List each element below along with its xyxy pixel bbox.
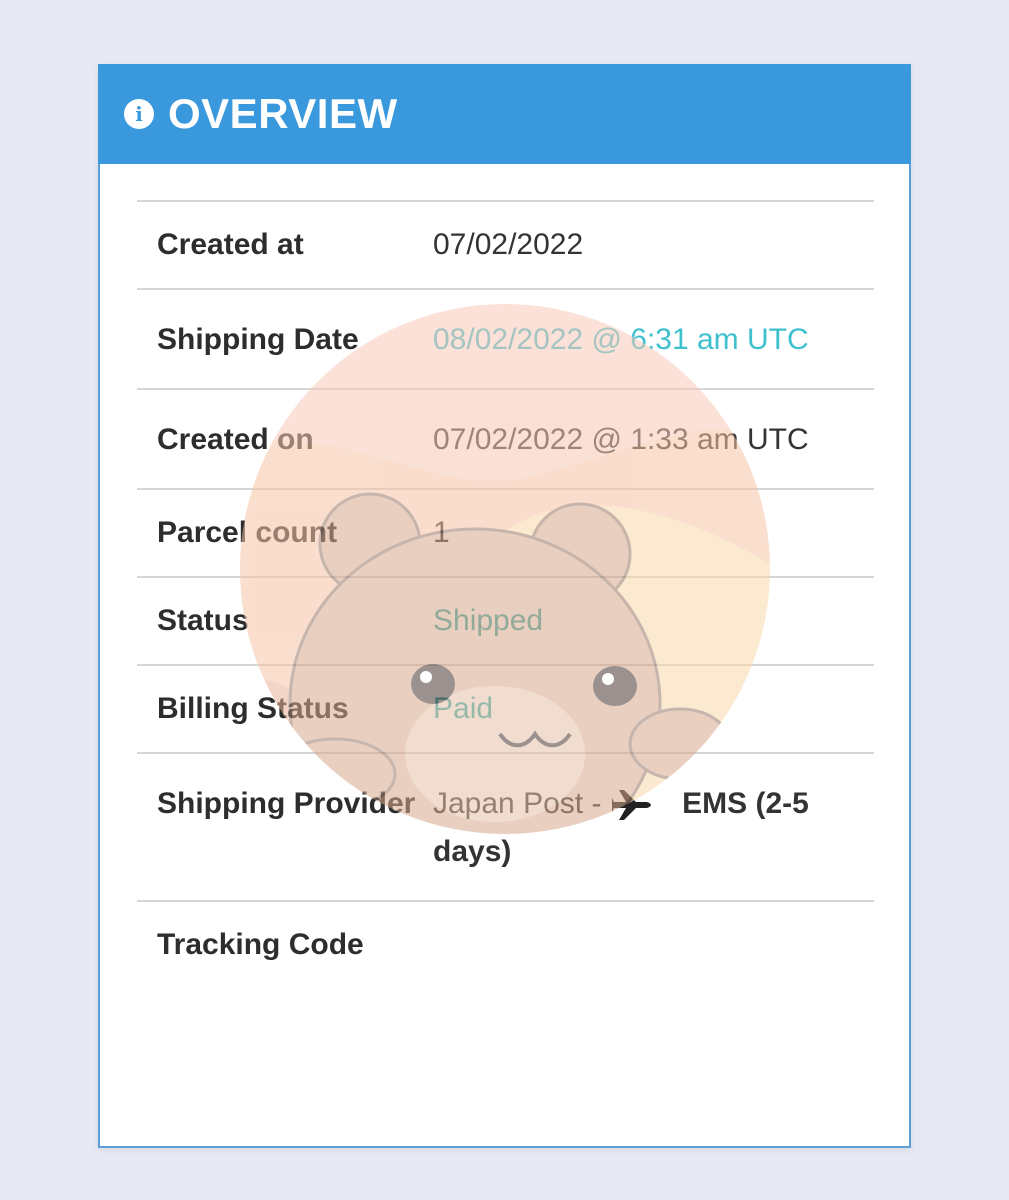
row-value: 07/02/2022 @ 1:33 am UTC — [433, 423, 809, 456]
shipping-provider-value: Japan Post - EMS (2-5 days) — [433, 780, 874, 876]
top-strip — [0, 0, 1009, 14]
row-tracking-code: Tracking Code — [137, 902, 874, 988]
row-label: Created at — [157, 228, 304, 261]
row-label: Tracking Code — [157, 928, 364, 961]
shipping-date-link[interactable]: 08/02/2022 @ 6:31 am UTC — [433, 316, 874, 364]
overview-panel: i OVERVIEW Created at 07/02/2022 Shippin… — [98, 64, 911, 1148]
panel-header: i OVERVIEW — [98, 64, 911, 164]
overview-table: Created at 07/02/2022 Shipping Date 08/0… — [137, 200, 874, 988]
row-label: Billing Status — [157, 692, 349, 725]
row-label: Shipping Provider — [157, 787, 416, 820]
row-created-on: Created on 07/02/2022 @ 1:33 am UTC — [137, 390, 874, 490]
row-created-at: Created at 07/02/2022 — [137, 202, 874, 290]
row-label: Shipping Date — [157, 323, 359, 356]
airplane-icon — [611, 790, 651, 821]
row-billing-status: Billing Status Paid — [137, 666, 874, 754]
row-label: Parcel count — [157, 516, 338, 549]
status-badge: Shipped — [433, 604, 544, 637]
row-label: Created on — [157, 423, 314, 456]
row-parcel-count: Parcel count 1 — [137, 490, 874, 578]
info-icon: i — [124, 99, 154, 129]
row-status: Status Shipped — [137, 578, 874, 666]
provider-name: Japan Post - — [433, 787, 602, 820]
row-value: 1 — [433, 516, 450, 549]
row-shipping-date: Shipping Date 08/02/2022 @ 6:31 am UTC — [137, 290, 874, 390]
row-shipping-provider: Shipping Provider Japan Post - EMS (2-5 … — [137, 754, 874, 902]
row-value: 07/02/2022 — [433, 228, 584, 261]
row-label: Status — [157, 604, 249, 637]
panel-title: OVERVIEW — [168, 90, 398, 137]
tracking-code-value — [433, 920, 874, 970]
billing-status-badge: Paid — [433, 692, 494, 725]
